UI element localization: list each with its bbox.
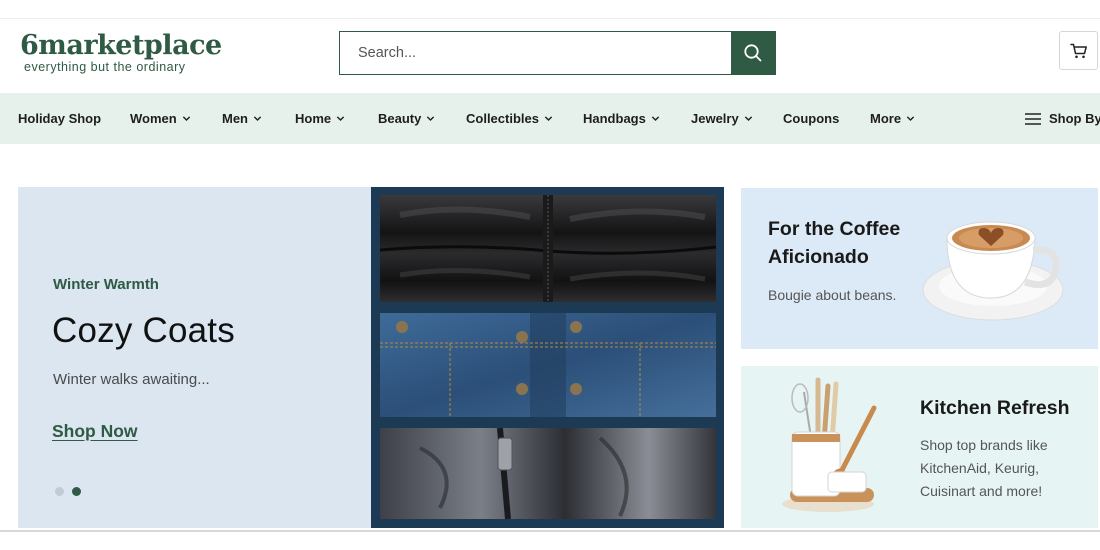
shop-by-button[interactable]: Shop By (1025, 93, 1100, 144)
chevron-down-icon (544, 116, 553, 122)
carousel-dot-1[interactable] (55, 487, 64, 496)
top-divider (0, 18, 1100, 19)
chevron-down-icon (182, 116, 190, 122)
hamburger-menu-icon (1025, 112, 1041, 125)
chevron-down-icon (427, 116, 435, 122)
promo-card-kitchen[interactable]: Kitchen Refresh Shop top brands like Kit… (741, 366, 1098, 528)
coffee-cup-image (922, 221, 1064, 321)
card-desc-line1: Shop top brands like (920, 437, 1048, 453)
chevron-down-icon (744, 116, 752, 122)
hero-banner: Winter Warmth Cozy Coats Winter walks aw… (18, 187, 724, 528)
nav-item-collectibles[interactable]: Collectibles (466, 93, 553, 144)
kitchen-utensils-image (782, 377, 877, 512)
nav-item-men[interactable]: Men (222, 93, 262, 144)
card-title-line1: For the Coffee (768, 218, 901, 240)
nav-item-holiday-shop[interactable]: Holiday Shop (18, 93, 101, 144)
nav-item-label: Jewelry (691, 111, 739, 126)
nav-item-label: Beauty (378, 111, 422, 126)
nav-item-more[interactable]: More (870, 93, 915, 144)
hero-eyebrow: Winter Warmth (53, 276, 159, 293)
denim-jacket-image (380, 313, 716, 417)
nav-item-home[interactable]: Home (295, 93, 345, 144)
cart-icon (1069, 43, 1087, 58)
category-nav: Holiday Shop Women Men Home Beauty Colle… (0, 93, 1100, 144)
puffer-jacket-image (380, 195, 716, 302)
nav-item-label: More (870, 111, 902, 126)
nav-item-label: Handbags (583, 111, 646, 126)
search-input[interactable] (340, 32, 731, 74)
logo-wordmark: 6marketplace (20, 30, 222, 61)
nav-item-coupons[interactable]: Coupons (783, 93, 839, 144)
nav-item-label: Coupons (783, 111, 840, 126)
promo-card-coffee[interactable]: For the Coffee Aficionado Bougie about b… (741, 188, 1098, 349)
nav-item-jewelry[interactable]: Jewelry (691, 93, 753, 144)
bottom-divider (0, 530, 1100, 532)
carousel-dots (55, 487, 81, 496)
cart-button[interactable] (1059, 31, 1098, 70)
chevron-down-icon (906, 116, 915, 122)
logo-tagline: everything but the ordinary (24, 60, 186, 74)
nav-item-label: Women (130, 111, 177, 126)
shop-now-link[interactable]: Shop Now (52, 421, 138, 442)
hero-title: Cozy Coats (52, 311, 235, 350)
nav-item-label: Men (222, 111, 248, 126)
nav-item-beauty[interactable]: Beauty (378, 93, 435, 144)
chevron-down-icon (336, 116, 345, 122)
site-logo[interactable]: 6marketplace everything but the ordinary (18, 30, 222, 78)
card-desc-line2: KitchenAid, Keurig, (920, 460, 1040, 476)
chevron-down-icon (651, 116, 660, 122)
search-icon (744, 44, 762, 62)
nav-item-women[interactable]: Women (130, 93, 191, 144)
nav-item-label: Holiday Shop (18, 111, 102, 126)
leather-jacket-image (380, 428, 716, 519)
card-subtitle: Bougie about beans. (768, 287, 897, 303)
shop-by-label: Shop By (1049, 111, 1100, 126)
search-button[interactable] (731, 32, 775, 74)
hero-subtitle: Winter walks awaiting... (53, 371, 210, 388)
card-title-line2: Aficionado (768, 246, 869, 268)
carousel-dot-2[interactable] (72, 487, 81, 496)
nav-item-label: Home (295, 111, 332, 126)
page: 6marketplace everything but the ordinary… (0, 0, 1100, 550)
nav-item-handbags[interactable]: Handbags (583, 93, 660, 144)
search-bar (339, 31, 776, 75)
hero-image-coats (371, 187, 724, 528)
card-title: Kitchen Refresh (920, 397, 1070, 419)
card-desc-line3: Cuisinart and more! (920, 483, 1043, 499)
nav-item-label: Collectibles (466, 111, 539, 126)
chevron-down-icon (253, 116, 262, 122)
